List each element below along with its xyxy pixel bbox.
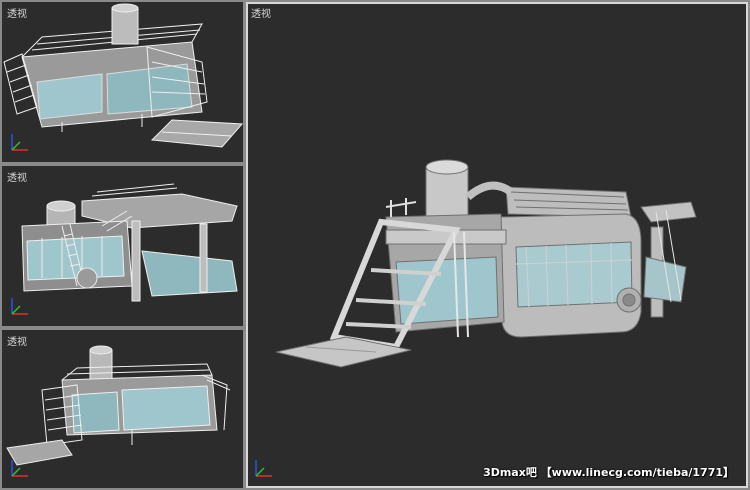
viewport-label[interactable]: 透视	[7, 333, 27, 348]
axis-gizmo	[11, 134, 28, 151]
model-render	[6, 345, 231, 466]
model-render	[275, 159, 697, 368]
viewport-label[interactable]: 透视	[7, 5, 27, 20]
model-render	[3, 3, 243, 148]
axis-gizmo	[11, 460, 28, 477]
viewport-middle-left[interactable]: 透视	[2, 166, 243, 326]
viewport-label[interactable]: 透视	[7, 169, 27, 184]
viewport-main[interactable]: 透视 3Dmax吧 【www.linecg.com/tieba/1771】	[246, 2, 748, 488]
watermark: 3Dmax吧 【www.linecg.com/tieba/1771】	[483, 466, 734, 479]
axis-gizmo	[255, 460, 272, 477]
axis-gizmo	[11, 298, 28, 315]
viewport-bottom-left[interactable]: 透视	[2, 330, 243, 488]
viewport-top-left[interactable]: 透视	[2, 2, 243, 162]
model-render	[21, 183, 238, 302]
viewport-label[interactable]: 透视	[251, 5, 271, 20]
